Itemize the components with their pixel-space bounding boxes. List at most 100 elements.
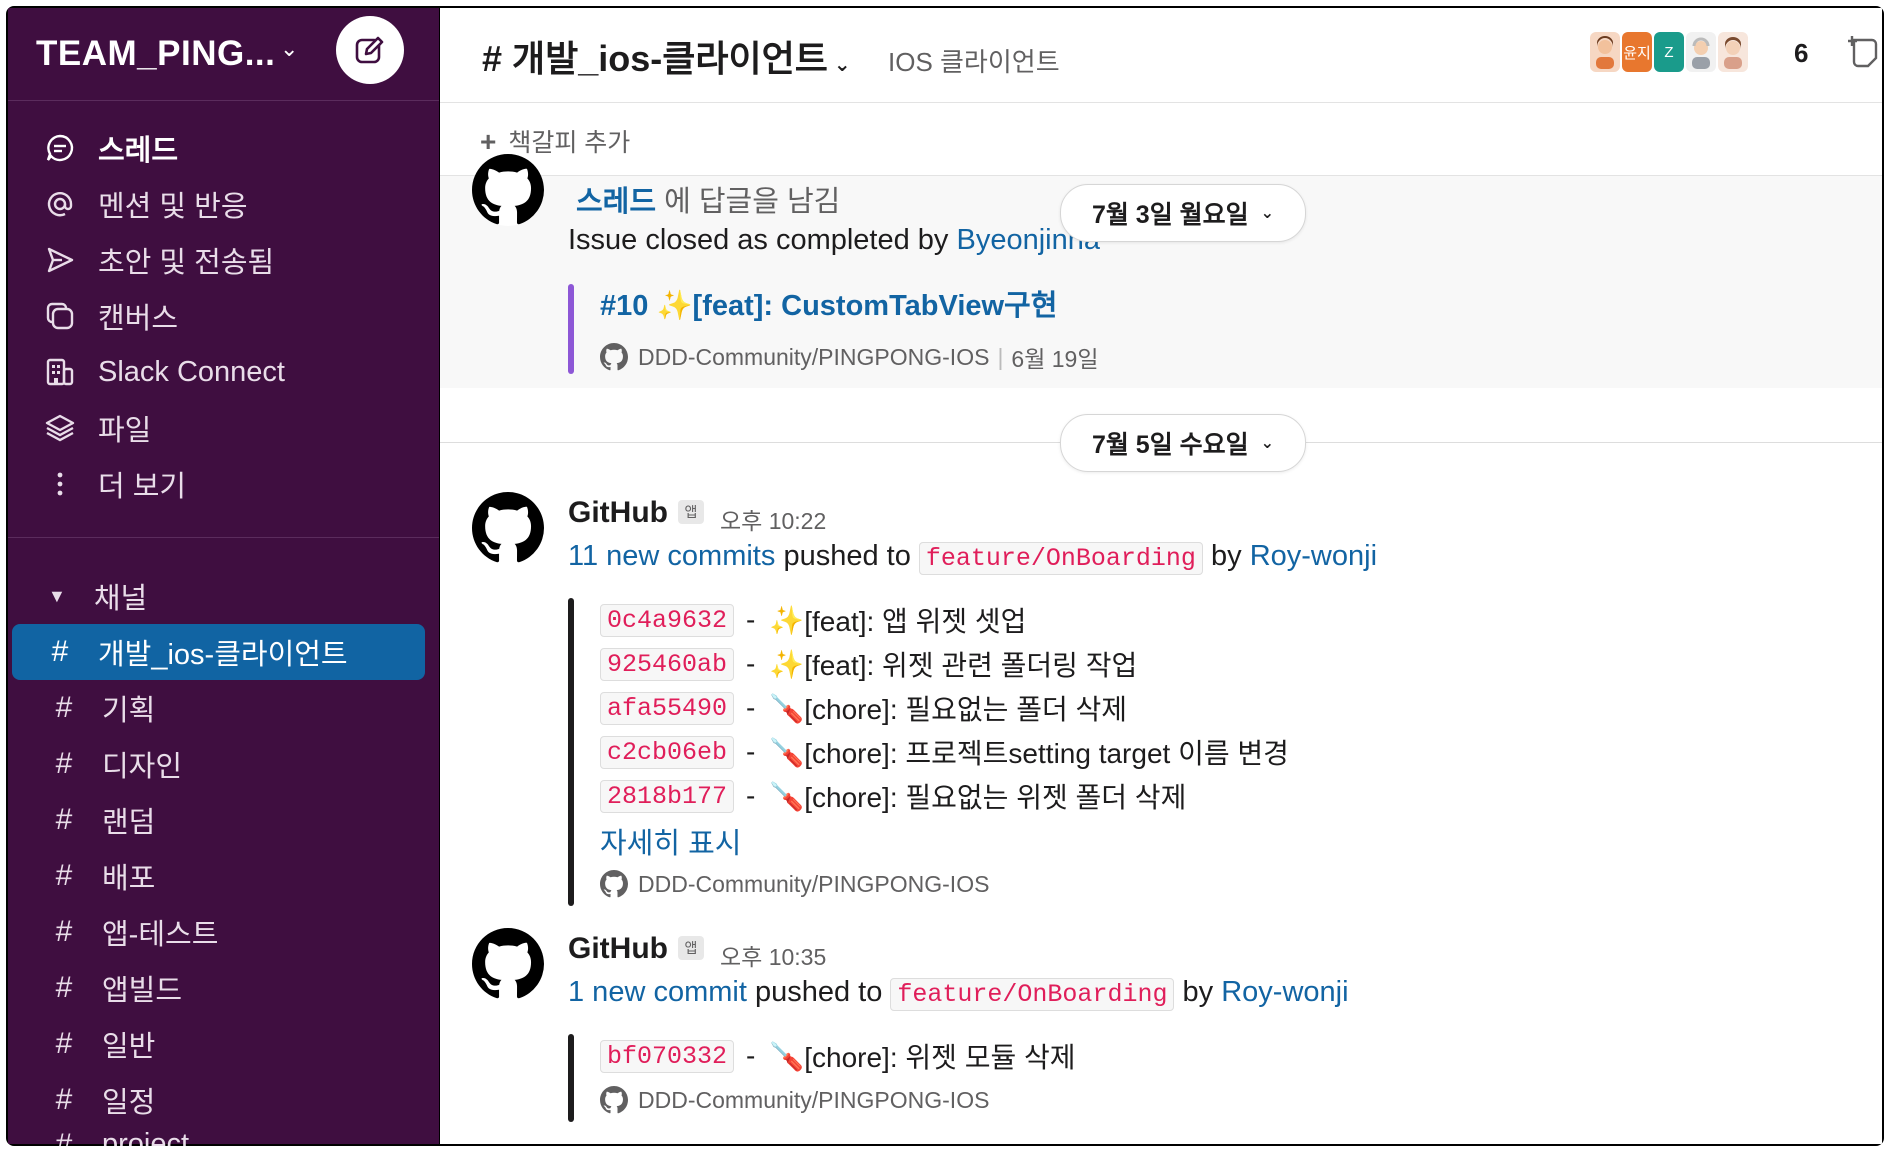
app-badge: 앱 (678, 500, 704, 524)
github-avatar[interactable] (472, 154, 544, 226)
sidebar-channel[interactable]: # 기획 (12, 680, 425, 736)
commit-message: [feat]: 앱 위젯 셋업 (804, 606, 1027, 637)
github-icon (600, 1086, 628, 1114)
commit-hash[interactable]: 925460ab (600, 647, 735, 681)
author-link[interactable]: Roy-wonji (1250, 540, 1377, 572)
plus-icon: + (480, 126, 497, 157)
attachment-bar (568, 598, 574, 906)
add-canvas-button[interactable] (1847, 32, 1882, 72)
github-avatar[interactable] (472, 928, 544, 1000)
commit-hash[interactable]: c2cb06eb (600, 735, 735, 769)
issue-title-link[interactable]: #10 ✨[feat]: CustomTabView구현 (600, 282, 1057, 324)
issue-title: #10 ✨[feat]: CustomTabView구현 (600, 290, 1058, 322)
channel-label: project (102, 1128, 190, 1146)
channel-view: # 개발_ios-클라이언트 ⌄ IOS 클라이언트 윤지 Z 6 + 책갈피 추가… (440, 8, 1882, 1144)
issue-closed-text: Issue closed as completed by (568, 224, 949, 256)
commit-message: [chore]: 프로젝트setting target 이름 변경 (804, 738, 1289, 769)
attachment-date: 6월 19일 (1011, 346, 1099, 372)
building-icon (42, 354, 78, 390)
attachment-bar (568, 1034, 574, 1122)
member-count[interactable]: 6 (1794, 38, 1808, 69)
sidebar-item-more[interactable]: 더 보기 (8, 456, 439, 512)
sidebar-channel[interactable]: # 디자인 (12, 736, 425, 792)
date-divider-jump[interactable]: 7월 5일 수요일 ⌄ (1060, 414, 1306, 472)
avatar-label: Z (1664, 43, 1674, 61)
compose-button[interactable] (336, 16, 404, 84)
channels-header-label: 채널 (93, 583, 148, 615)
channel-label: 앱-테스트 (102, 919, 219, 951)
commit-dash: - (746, 604, 756, 635)
commit-dash: - (746, 692, 756, 723)
hash-icon: # (55, 747, 73, 780)
channel-title-button[interactable]: # 개발_ios-클라이언트 ⌄ (482, 30, 851, 82)
bookmark-bar: + 책갈피 추가 (440, 103, 1882, 176)
avatar (1686, 32, 1716, 72)
commit-dash: - (746, 780, 756, 811)
sidebar-item-slack-connect[interactable]: Slack Connect (8, 344, 439, 400)
sidebar-channel[interactable]: # project (12, 1128, 425, 1146)
sidebar-channel[interactable]: # 일반 (12, 1016, 425, 1072)
workspace-name[interactable]: TEAM_PING... (36, 34, 275, 74)
message-time[interactable]: 오후 10:22 (720, 502, 826, 536)
show-more-link[interactable]: 자세히 표시 (600, 820, 741, 862)
branch-name[interactable]: feature/OnBoarding (890, 978, 1175, 1011)
threads-icon (42, 130, 78, 166)
sidebar-item-label: 멘션 및 반응 (98, 191, 248, 223)
channel-label: 랜덤 (102, 807, 156, 839)
member-avatars[interactable]: 윤지 Z (1590, 32, 1750, 72)
hash-icon: # (51, 635, 69, 668)
branch-name[interactable]: feature/OnBoarding (918, 542, 1203, 575)
sidebar: TEAM_PING... ⌄ 스레드 멘션 및 반응 초안 및 전송됨 캔버스 … (8, 8, 439, 1146)
github-icon (472, 154, 544, 225)
sidebar-item-mentions[interactable]: 멘션 및 반응 (8, 176, 439, 232)
thread-link[interactable]: 스레드 (576, 186, 656, 218)
commits-link[interactable]: 1 new commit (568, 976, 747, 1008)
commit-hash[interactable]: afa55490 (600, 691, 735, 725)
pushed-to-text: pushed to (783, 540, 911, 572)
sidebar-item-label: 파일 (98, 415, 152, 447)
github-icon (472, 928, 544, 999)
channels-header[interactable]: ▼ 채널 (8, 568, 439, 624)
hash-icon: # (55, 803, 73, 836)
sidebar-channel[interactable]: # 앱빌드 (12, 960, 425, 1016)
commit-hash[interactable]: 2818b177 (600, 779, 735, 813)
attachment-footer: DDD-Community/PINGPONG-IOS (600, 870, 989, 898)
commit-emoji: 🪛 (769, 692, 805, 724)
issue-closed-line: Issue closed as completed by Byeonjinha (568, 224, 1100, 257)
channel-topic[interactable]: IOS 클라이언트 (888, 42, 1060, 79)
sidebar-channel[interactable]: # 배포 (12, 848, 425, 904)
avatar: 윤지 (1622, 32, 1652, 72)
sidebar-item-label: Slack Connect (98, 355, 285, 388)
commit-line: 2818b177- 🪛 [chore]: 필요없는 위젯 폴더 삭제 (600, 776, 1186, 816)
commit-message: [chore]: 필요없는 폴더 삭제 (804, 694, 1128, 725)
sidebar-channel[interactable]: # 일정 (12, 1072, 425, 1128)
commit-emoji: 🪛 (769, 736, 805, 768)
commits-link[interactable]: 11 new commits (568, 540, 775, 572)
message-sender[interactable]: GitHub (568, 932, 668, 966)
sidebar-item-files[interactable]: 파일 (8, 400, 439, 456)
message-time[interactable]: 오후 10:35 (720, 938, 826, 972)
commit-dash: - (746, 1040, 756, 1071)
sidebar-channel[interactable]: # 랜덤 (12, 792, 425, 848)
hash-icon: # (55, 915, 73, 948)
chevron-down-icon[interactable]: ⌄ (280, 36, 298, 62)
sidebar-channel[interactable]: # 앱-테스트 (12, 904, 425, 960)
at-icon (42, 186, 78, 222)
commit-hash[interactable]: bf070332 (600, 1039, 735, 1073)
channel-label: 기획 (102, 695, 156, 727)
sidebar-item-drafts[interactable]: 초안 및 전송됨 (8, 232, 439, 288)
github-avatar[interactable] (472, 492, 544, 564)
author-link[interactable]: Roy-wonji (1221, 976, 1348, 1008)
message-sender[interactable]: GitHub (568, 496, 668, 530)
thread-reply-line: 스레드 에 답글을 남김 (576, 178, 840, 220)
repo-name: DDD-Community/PINGPONG-IOS (638, 870, 990, 897)
commit-line: bf070332- 🪛 [chore]: 위젯 모듈 삭제 (600, 1036, 1076, 1076)
sidebar-item-canvas[interactable]: 캔버스 (8, 288, 439, 344)
sidebar-divider (8, 537, 439, 538)
github-icon (600, 343, 628, 371)
app-badge: 앱 (678, 936, 704, 960)
commit-hash[interactable]: 0c4a9632 (600, 603, 735, 637)
date-divider-jump[interactable]: 7월 3일 월요일 ⌄ (1060, 184, 1306, 242)
sidebar-channel-active[interactable]: # 개발_ios-클라이언트 (12, 624, 425, 680)
sidebar-item-threads[interactable]: 스레드 (8, 120, 439, 176)
